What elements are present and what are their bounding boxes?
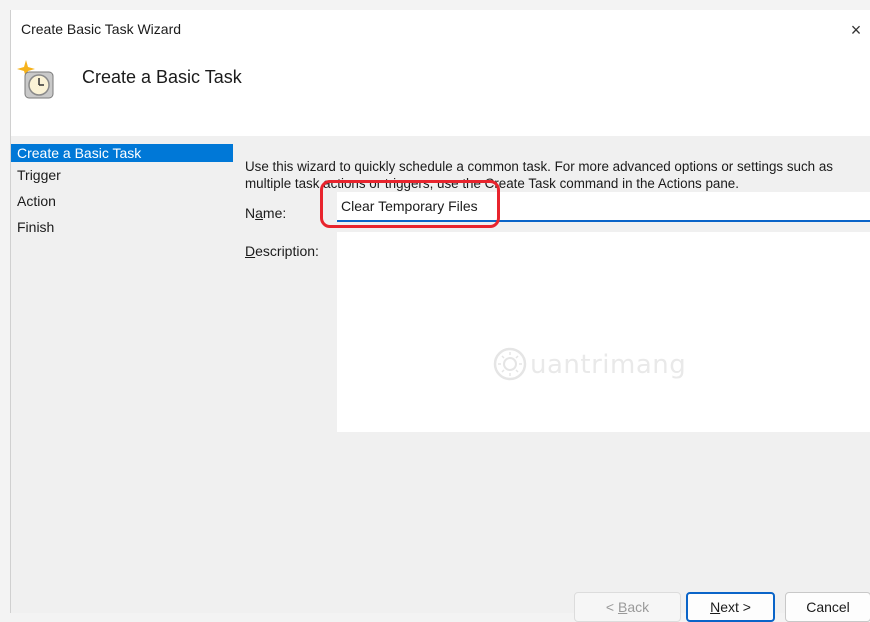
intro-text: Use this wizard to quickly schedule a co… [245, 159, 833, 191]
wizard-window: Create Basic Task Wizard × Create a Basi… [10, 10, 870, 622]
wizard-header: Create a Basic Task [11, 50, 870, 136]
watermark-text: uantrimang [530, 350, 687, 380]
description-label-post: escription: [255, 243, 319, 259]
next-button[interactable]: Next > [686, 592, 775, 622]
description-label-accelerator: D [245, 243, 256, 259]
title-bar: Create Basic Task Wizard × [11, 10, 870, 50]
button-bar: < Back Next > Cancel [11, 574, 870, 622]
step-trigger[interactable]: Trigger [11, 166, 233, 192]
step-action[interactable]: Action [11, 192, 233, 218]
description-input[interactable] [337, 232, 870, 432]
description-label: Description: [245, 243, 319, 259]
cancel-button[interactable]: Cancel [785, 592, 870, 622]
name-label-post: me: [262, 205, 287, 221]
name-label: Name: [245, 205, 286, 221]
window-title: Create Basic Task Wizard [21, 21, 182, 37]
watermark-logo-icon [493, 347, 527, 381]
back-button[interactable]: < Back [574, 592, 681, 622]
name-label-accelerator: a [255, 205, 263, 221]
name-input[interactable] [337, 192, 870, 222]
clock-task-icon [17, 60, 54, 99]
name-label-pre: N [245, 205, 256, 221]
step-create-basic-task[interactable]: Create a Basic Task [11, 144, 233, 162]
page-title: Create a Basic Task [82, 67, 242, 87]
wizard-body: Create a Basic Task Trigger Action Finis… [11, 136, 870, 574]
close-button[interactable]: × [841, 15, 870, 45]
watermark: uantrimang [490, 338, 720, 388]
steps-list: Create a Basic Task Trigger Action Finis… [11, 144, 233, 244]
step-finish[interactable]: Finish [11, 218, 233, 244]
